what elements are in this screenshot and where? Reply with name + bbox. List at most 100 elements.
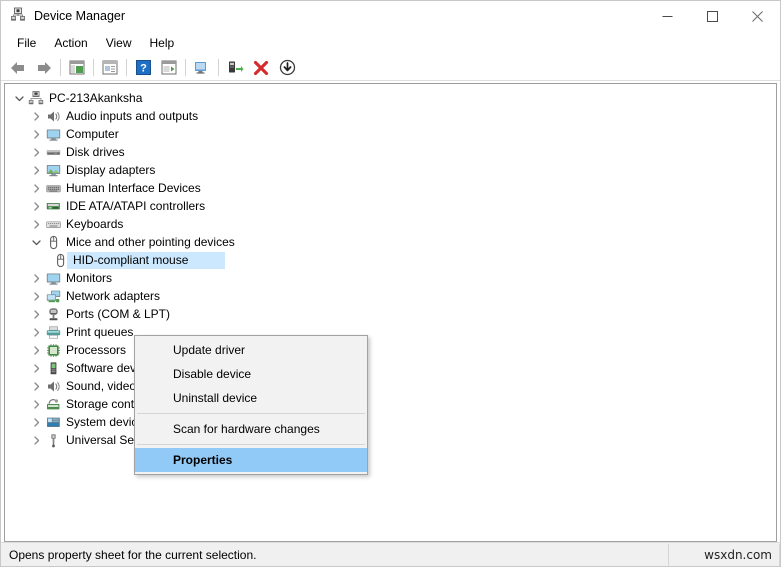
chevron-right-icon[interactable]: [28, 143, 44, 161]
mouse-icon: [51, 251, 69, 269]
context-menu-item-disable-device[interactable]: Disable device: [135, 362, 367, 386]
menu-file[interactable]: File: [8, 34, 45, 52]
tree-node-keyboards[interactable]: Keyboards: [5, 215, 776, 233]
tree-node-sound-video-game[interactable]: Sound, video and game controllers: [5, 377, 776, 395]
title-bar: Device Manager: [1, 1, 780, 31]
tree-node-ide-label: IDE ATA/ATAPI controllers: [66, 199, 206, 213]
tree-node-display-adapters[interactable]: Display adapters: [5, 161, 776, 179]
printer-icon: [44, 323, 62, 341]
disk-drive-icon: [44, 143, 62, 161]
tree-node-ports[interactable]: Ports (COM & LPT): [5, 305, 776, 323]
show-hide-action-pane-icon[interactable]: [156, 57, 182, 79]
tree-node-audio[interactable]: Audio inputs and outputs: [5, 107, 776, 125]
context-menu-item-scan-for-hardware-changes[interactable]: Scan for hardware changes: [135, 417, 367, 441]
chevron-right-icon[interactable]: [28, 215, 44, 233]
keyboard-icon: [44, 215, 62, 233]
toolbar-separator-3: [126, 59, 127, 76]
chevron-right-icon[interactable]: [28, 197, 44, 215]
tree-node-mice-label: Mice and other pointing devices: [66, 235, 235, 249]
tree-node-keyboards-label: Keyboards: [66, 217, 124, 231]
chevron-right-icon[interactable]: [28, 269, 44, 287]
toolbar-separator-1: [60, 59, 61, 76]
chevron-right-icon[interactable]: [28, 413, 44, 431]
show-hide-console-tree-icon[interactable]: [64, 57, 90, 79]
tree-node-processors[interactable]: Processors: [5, 341, 776, 359]
context-menu-item-update-driver[interactable]: Update driver: [135, 338, 367, 362]
menu-view[interactable]: View: [97, 34, 141, 52]
chevron-down-icon[interactable]: [11, 89, 27, 107]
tree-node-display-adapters-label: Display adapters: [66, 163, 156, 177]
device-manager-icon: [10, 6, 26, 27]
tree-node-storage-controllers[interactable]: Storage controllers: [5, 395, 776, 413]
chevron-down-icon[interactable]: [28, 233, 44, 251]
status-bar-divider-1: [668, 544, 669, 566]
maximize-button[interactable]: [690, 1, 735, 31]
tree-node-system-devices[interactable]: System devices: [5, 413, 776, 431]
context-menu[interactable]: Update driver Disable device Uninstall d…: [134, 335, 368, 475]
monitor-icon: [44, 125, 62, 143]
close-button[interactable]: [735, 1, 780, 31]
menu-help[interactable]: Help: [141, 34, 184, 52]
svg-text:?: ?: [140, 63, 147, 75]
storage-controller-icon: [44, 395, 62, 413]
tree-node-disk-drives[interactable]: Disk drives: [5, 143, 776, 161]
speaker-icon: [44, 107, 62, 125]
menu-action[interactable]: Action: [45, 34, 96, 52]
tree-node-software-devices[interactable]: Software devices: [5, 359, 776, 377]
tree-node-root[interactable]: PC-213Akanksha: [5, 89, 776, 107]
tree-node-hid-compliant-mouse[interactable]: HID-compliant mouse: [5, 251, 776, 269]
status-bar-text: Opens property sheet for the current sel…: [9, 547, 257, 562]
back-icon[interactable]: [5, 57, 31, 79]
chevron-right-icon[interactable]: [28, 179, 44, 197]
toolbar: ?: [1, 55, 780, 81]
menu-bar: File Action View Help: [1, 31, 780, 55]
chevron-right-icon[interactable]: [28, 305, 44, 323]
tree-node-ide[interactable]: IDE ATA/ATAPI controllers: [5, 197, 776, 215]
chevron-right-icon[interactable]: [28, 287, 44, 305]
chevron-right-icon[interactable]: [28, 431, 44, 449]
chevron-right-icon[interactable]: [28, 359, 44, 377]
tree-node-network-adapters-label: Network adapters: [66, 289, 161, 303]
tree-node-computer[interactable]: Computer: [5, 125, 776, 143]
device-manager-window: Device Manager File Action View Help ? P…: [0, 0, 781, 567]
update-driver-icon[interactable]: [222, 57, 248, 79]
context-menu-item-properties[interactable]: Properties: [135, 448, 367, 472]
tree-node-usb-controllers[interactable]: Universal Serial Bus controllers: [5, 431, 776, 449]
chevron-right-icon[interactable]: [28, 323, 44, 341]
sound-icon: [44, 377, 62, 395]
tree-node-monitors-label: Monitors: [66, 271, 113, 285]
tree-node-hid-label: Human Interface Devices: [66, 181, 201, 195]
chevron-right-icon[interactable]: [28, 341, 44, 359]
chevron-right-icon[interactable]: [28, 377, 44, 395]
network-adapter-icon: [44, 287, 62, 305]
chevron-right-icon[interactable]: [28, 395, 44, 413]
tree-node-print-queues-label: Print queues: [66, 325, 134, 339]
tree-node-monitors[interactable]: Monitors: [5, 269, 776, 287]
forward-icon[interactable]: [31, 57, 57, 79]
tree-node-mice[interactable]: Mice and other pointing devices: [5, 233, 776, 251]
window-controls: [645, 1, 780, 31]
status-bar-divider-2: [779, 544, 780, 566]
system-device-icon: [44, 413, 62, 431]
mouse-icon: [44, 233, 62, 251]
chevron-right-icon[interactable]: [28, 125, 44, 143]
properties-icon[interactable]: [97, 57, 123, 79]
tree-node-print-queues[interactable]: Print queues: [5, 323, 776, 341]
monitor-icon: [44, 269, 62, 287]
minimize-button[interactable]: [645, 1, 690, 31]
chevron-right-icon[interactable]: [28, 161, 44, 179]
help-icon[interactable]: ?: [130, 57, 156, 79]
context-menu-item-uninstall-device[interactable]: Uninstall device: [135, 386, 367, 410]
tree-node-network-adapters[interactable]: Network adapters: [5, 287, 776, 305]
scan-for-hardware-changes-icon[interactable]: [189, 57, 215, 79]
context-menu-separator-1: [137, 413, 365, 414]
tree-node-hid[interactable]: Human Interface Devices: [5, 179, 776, 197]
disable-device-icon[interactable]: [274, 57, 300, 79]
device-tree-pane[interactable]: PC-213Akanksha Audio inputs and outputs: [4, 83, 777, 542]
toolbar-separator-4: [185, 59, 186, 76]
processor-icon: [44, 341, 62, 359]
status-bar: Opens property sheet for the current sel…: [1, 542, 780, 566]
uninstall-device-icon[interactable]: [248, 57, 274, 79]
context-menu-separator-2: [137, 444, 365, 445]
chevron-right-icon[interactable]: [28, 107, 44, 125]
